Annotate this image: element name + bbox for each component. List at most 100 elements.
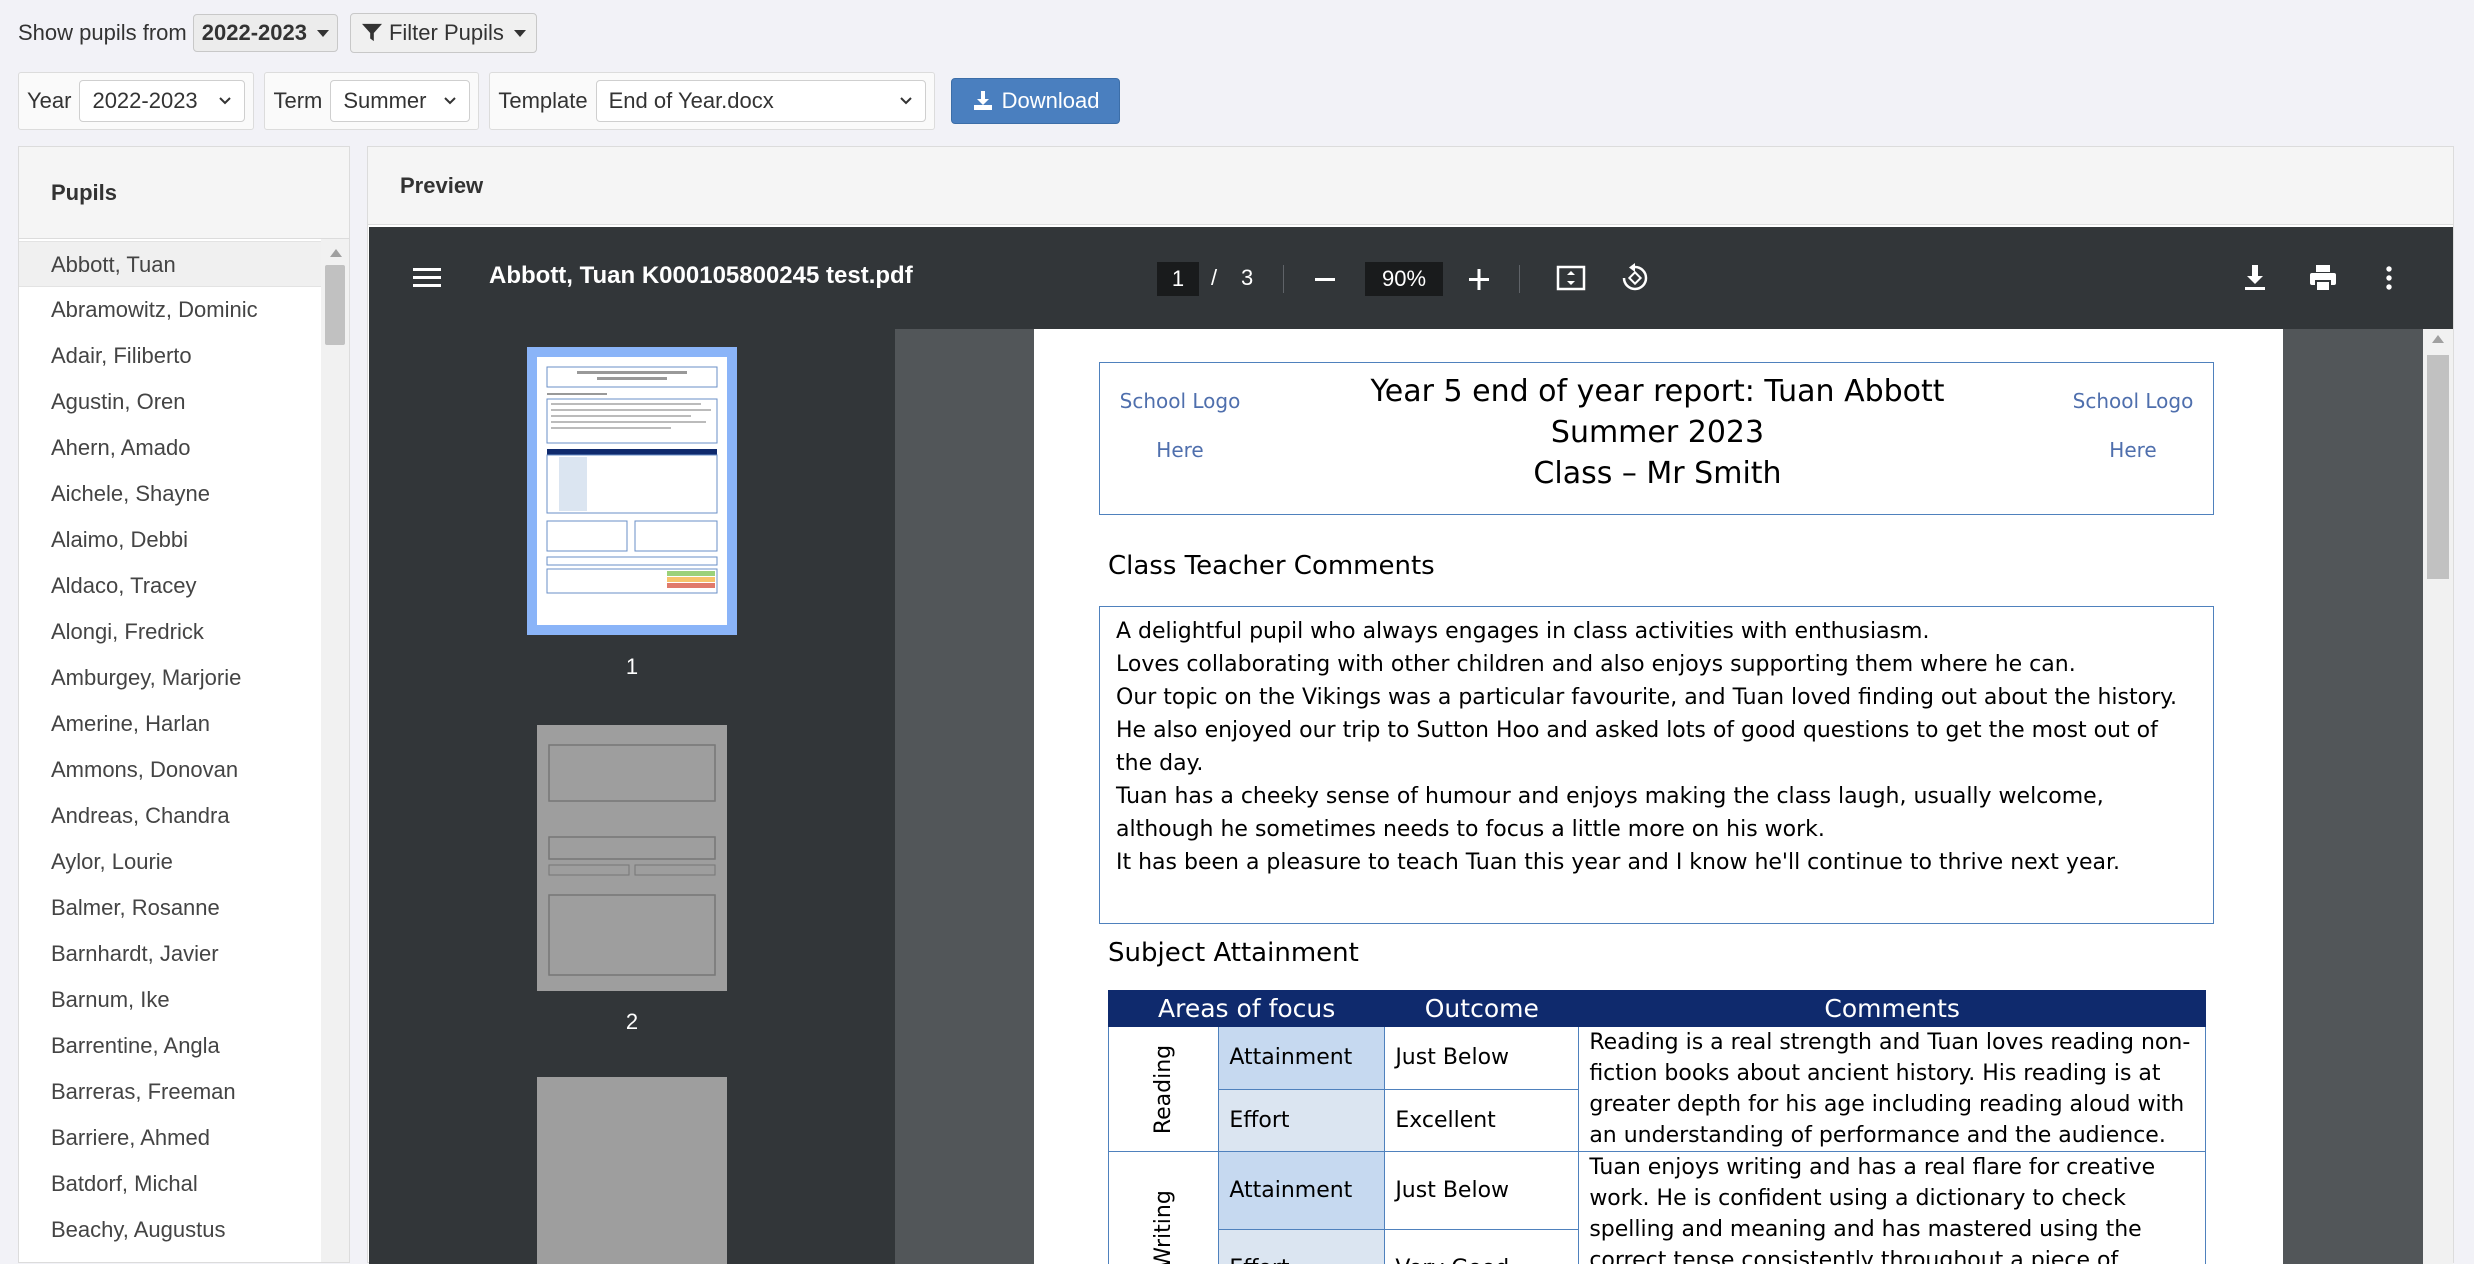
table-row: Writing Attainment Just Below Tuan enjoy… xyxy=(1109,1152,2206,1230)
pupil-list-item[interactable]: Abbott, Tuan xyxy=(19,241,321,287)
pupil-list-item[interactable]: Abramowitz, Dominic xyxy=(19,287,321,333)
download-pdf-icon[interactable] xyxy=(2239,262,2271,294)
zoom-level-input[interactable]: 90% xyxy=(1365,262,1443,296)
show-pupils-year-dropdown[interactable]: 2022-2023 xyxy=(193,14,338,52)
pupil-list-item[interactable]: Aylor, Lourie xyxy=(19,839,321,885)
pupil-list-item[interactable]: Aldaco, Tracey xyxy=(19,563,321,609)
pupil-list-item[interactable]: Balmer, Rosanne xyxy=(19,885,321,931)
report-title-line: Class – Mr Smith xyxy=(1300,453,2015,494)
download-label: Download xyxy=(1002,88,1100,114)
pdf-scrollbar[interactable] xyxy=(2423,329,2453,1264)
scroll-up-arrow-icon[interactable] xyxy=(2432,335,2444,343)
page-separator: / xyxy=(1211,265,1217,291)
subject-area-cell: Reading xyxy=(1109,1027,1219,1152)
subject-area-label: Reading xyxy=(1151,1044,1176,1133)
teacher-comments-box: A delightful pupil who always engages in… xyxy=(1099,606,2214,924)
page-thumbnails-sidebar: 1 2 xyxy=(369,329,895,1264)
criterion-cell: Attainment xyxy=(1219,1152,1385,1230)
thumbnail-page-3[interactable] xyxy=(537,1077,727,1264)
pdf-page: School Logo Here Year 5 end of year repo… xyxy=(1034,329,2283,1264)
comments-heading: Class Teacher Comments xyxy=(1108,551,1435,581)
fit-to-page-icon[interactable] xyxy=(1555,262,1587,294)
scrollbar-thumb[interactable] xyxy=(2427,355,2449,579)
download-button[interactable]: Download xyxy=(951,78,1121,124)
table-row: Reading Attainment Just Below Reading is… xyxy=(1109,1027,2206,1090)
pupil-list-item[interactable]: Barreras, Freeman xyxy=(19,1069,321,1115)
outcome-cell: Just Below xyxy=(1385,1152,1579,1230)
zoom-in-icon[interactable] xyxy=(1463,263,1495,295)
scrollbar-thumb[interactable] xyxy=(325,265,345,345)
pupil-list-item[interactable]: Barnhardt, Javier xyxy=(19,931,321,977)
pdf-document-title: Abbott, Tuan K000105800245 test.pdf xyxy=(489,262,913,290)
pupil-list-item[interactable]: Agustin, Oren xyxy=(19,379,321,425)
pupil-list-item[interactable]: Barrentine, Angla xyxy=(19,1023,321,1069)
table-header-row: Areas of focus Outcome Comments xyxy=(1109,991,2206,1027)
pupil-list-item[interactable]: Amerine, Harlan xyxy=(19,701,321,747)
pupil-list-item[interactable]: Andreas, Chandra xyxy=(19,793,321,839)
chevron-down-icon xyxy=(443,96,457,106)
report-options-row: Year 2022-2023 Term Summer Template End … xyxy=(18,72,1120,130)
pupil-list-item[interactable]: Barnum, Ike xyxy=(19,977,321,1023)
pdf-toolbar: Abbott, Tuan K000105800245 test.pdf 1 / … xyxy=(369,227,2453,329)
print-icon[interactable] xyxy=(2307,262,2339,294)
pupil-list-scrollbar[interactable] xyxy=(321,239,349,1262)
pupil-list: Abbott, Tuan Abramowitz, Dominic Adair, … xyxy=(19,241,321,1253)
logo-text: School Logo xyxy=(1100,377,1260,426)
download-icon xyxy=(972,90,994,112)
outcome-cell: Excellent xyxy=(1385,1089,1579,1152)
pupil-list-item[interactable]: Adair, Filiberto xyxy=(19,333,321,379)
thumbnail-label: 1 xyxy=(612,654,652,680)
pupil-list-item[interactable]: Alaimo, Debbi xyxy=(19,517,321,563)
logo-text: Here xyxy=(1100,426,1260,475)
zoom-out-icon[interactable] xyxy=(1309,263,1341,295)
school-logo-placeholder-right: School Logo Here xyxy=(2053,377,2213,475)
menu-icon[interactable] xyxy=(411,262,443,294)
pupil-list-item[interactable]: Barriere, Ahmed xyxy=(19,1115,321,1161)
criterion-cell: Attainment xyxy=(1219,1027,1385,1090)
outcome-cell: Very Good xyxy=(1385,1230,1579,1264)
table-header: Comments xyxy=(1579,991,2206,1027)
year-select[interactable]: 2022-2023 xyxy=(79,80,245,122)
subject-area-label: Writing xyxy=(1151,1190,1176,1264)
filter-pupils-button[interactable]: Filter Pupils xyxy=(350,13,537,53)
comment-line: Loves collaborating with other children … xyxy=(1116,648,2197,681)
template-select-group: Template End of Year.docx xyxy=(489,72,934,130)
pupil-list-item[interactable]: Beachy, Augustus xyxy=(19,1207,321,1253)
term-select[interactable]: Summer xyxy=(330,80,470,122)
subject-attainment-table: Areas of focus Outcome Comments Reading … xyxy=(1108,990,2206,1264)
thumbnail-page-1[interactable] xyxy=(527,347,737,635)
pupils-panel: Pupils Abbott, Tuan Abramowitz, Dominic … xyxy=(18,146,350,1263)
pupil-year-filter-row: Show pupils from 2022-2023 Filter Pupils xyxy=(18,10,537,56)
report-header-box: School Logo Here Year 5 end of year repo… xyxy=(1099,362,2214,515)
rotate-icon[interactable] xyxy=(1619,262,1651,294)
preview-panel: Preview Abbott, Tuan K000105800245 test.… xyxy=(367,146,2454,1263)
criterion-cell: Effort xyxy=(1219,1230,1385,1264)
toolbar-divider xyxy=(1283,265,1284,293)
term-select-group: Term Summer xyxy=(264,72,479,130)
pupil-list-item[interactable]: Alongi, Fredrick xyxy=(19,609,321,655)
comment-line: Tuan has a cheeky sense of humour and en… xyxy=(1116,780,2197,846)
report-title-line: Summer 2023 xyxy=(1300,412,2015,453)
thumbnail-page-1-image xyxy=(537,357,727,625)
page-number-input[interactable]: 1 xyxy=(1157,262,1199,296)
chevron-down-icon xyxy=(899,96,913,106)
more-options-icon[interactable] xyxy=(2373,262,2405,294)
pupil-list-item[interactable]: Batdorf, Michal xyxy=(19,1161,321,1207)
term-label: Term xyxy=(273,88,322,114)
caret-down-icon xyxy=(514,30,526,37)
school-logo-placeholder-left: School Logo Here xyxy=(1100,377,1260,475)
pupil-list-item[interactable]: Ahern, Amado xyxy=(19,425,321,471)
scroll-up-arrow-icon[interactable] xyxy=(330,249,342,257)
pupil-list-item[interactable]: Ammons, Donovan xyxy=(19,747,321,793)
outcome-cell: Just Below xyxy=(1385,1027,1579,1090)
pupil-list-item[interactable]: Amburgey, Marjorie xyxy=(19,655,321,701)
logo-text: School Logo xyxy=(2053,377,2213,426)
page-total: 3 xyxy=(1241,265,1253,291)
template-select[interactable]: End of Year.docx xyxy=(596,80,926,122)
subject-comment-cell: Tuan enjoys writing and has a real flare… xyxy=(1579,1152,2206,1264)
preview-panel-title: Preview xyxy=(368,147,2453,225)
pupil-list-item[interactable]: Aichele, Shayne xyxy=(19,471,321,517)
table-header: Areas of focus xyxy=(1109,991,1385,1027)
pdf-viewer: Abbott, Tuan K000105800245 test.pdf 1 / … xyxy=(369,227,2453,1264)
thumbnail-page-2[interactable] xyxy=(537,725,727,991)
